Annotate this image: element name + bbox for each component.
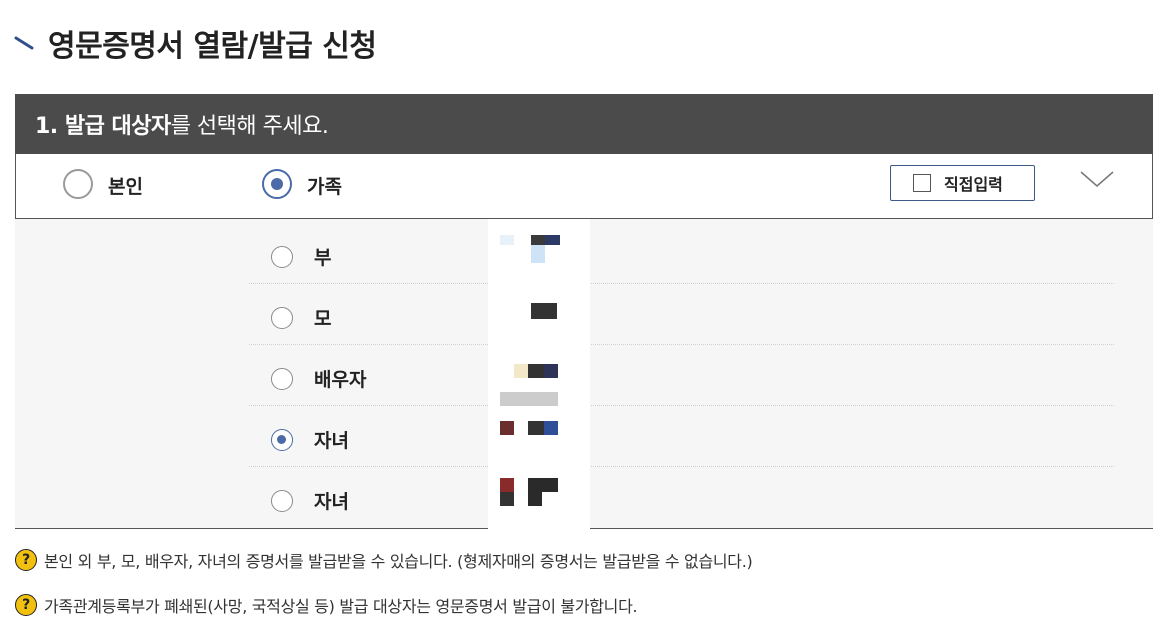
direct-input-label: 직접입력	[944, 175, 1003, 194]
radio-family[interactable]	[262, 169, 292, 199]
page-title: 영문증명서 열람/발급 신청	[48, 29, 377, 64]
redaction-block	[544, 421, 558, 435]
question-icon: ?	[15, 594, 37, 616]
redaction-block	[531, 303, 557, 319]
target-choice-row: 본인 가족 직접입력	[15, 154, 1153, 219]
title-slash-icon	[14, 36, 34, 50]
redaction-block	[528, 478, 558, 492]
radio-father[interactable]	[271, 246, 293, 268]
family-relation-label: 모	[314, 308, 332, 330]
redaction-block	[528, 492, 542, 506]
radio-child-1[interactable]	[271, 429, 293, 451]
radio-child-2[interactable]	[271, 490, 293, 512]
family-row-spouse[interactable]: 배우자	[249, 345, 1114, 406]
family-relation-label: 부	[314, 247, 332, 269]
radio-self[interactable]	[63, 169, 93, 199]
redaction-block	[500, 478, 514, 492]
question-icon: ?	[15, 549, 37, 571]
direct-input-checkbox[interactable]	[913, 174, 931, 192]
radio-mother[interactable]	[271, 307, 293, 329]
redaction-block	[500, 492, 514, 506]
direct-input-button[interactable]: 직접입력	[890, 165, 1035, 201]
help-note-2: ? 가족관계등록부가 폐쇄된(사망, 국적상실 등) 발급 대상자는 영문증명서…	[15, 593, 638, 617]
page-title-bar: 영문증명서 열람/발급 신청	[14, 18, 377, 68]
chevron-down-icon[interactable]	[1079, 168, 1115, 190]
redaction-block	[528, 421, 544, 435]
radio-self-label[interactable]: 본인	[108, 172, 143, 199]
family-relation-label: 자녀	[314, 491, 349, 513]
family-row-mother[interactable]: 모	[249, 284, 1114, 345]
family-member-list: 부 모 배우자 자녀 자녀	[15, 219, 1153, 529]
redaction-block	[514, 364, 528, 378]
redacted-names-column	[488, 219, 590, 529]
redaction-block	[500, 392, 558, 406]
family-row-father[interactable]: 부	[249, 223, 1114, 284]
help-note-1: ? 본인 외 부, 모, 배우자, 자녀의 증명서를 발급받을 수 있습니다. …	[15, 548, 753, 572]
redaction-block	[528, 364, 544, 378]
step1-header: 1. 발급 대상자 를 선택해 주세요.	[15, 94, 1153, 154]
step1-header-rest: 를 선택해 주세요.	[170, 114, 329, 139]
step1-header-bold: 1. 발급 대상자	[35, 114, 171, 139]
family-row-child-2[interactable]: 자녀	[249, 467, 1114, 528]
redaction-block	[500, 235, 514, 245]
radio-spouse[interactable]	[271, 368, 293, 390]
help-note-text: 본인 외 부, 모, 배우자, 자녀의 증명서를 발급받을 수 있습니다. (형…	[44, 552, 753, 571]
redaction-block	[531, 245, 545, 263]
redaction-block	[545, 235, 560, 245]
help-note-text: 가족관계등록부가 폐쇄된(사망, 국적상실 등) 발급 대상자는 영문증명서 발…	[44, 597, 638, 616]
redaction-block	[500, 421, 514, 435]
family-row-child-1[interactable]: 자녀	[249, 406, 1114, 467]
redaction-block	[544, 364, 558, 378]
redaction-block	[531, 235, 545, 245]
family-relation-label: 자녀	[314, 430, 349, 452]
radio-family-label[interactable]: 가족	[307, 172, 342, 199]
family-relation-label: 배우자	[314, 369, 367, 391]
